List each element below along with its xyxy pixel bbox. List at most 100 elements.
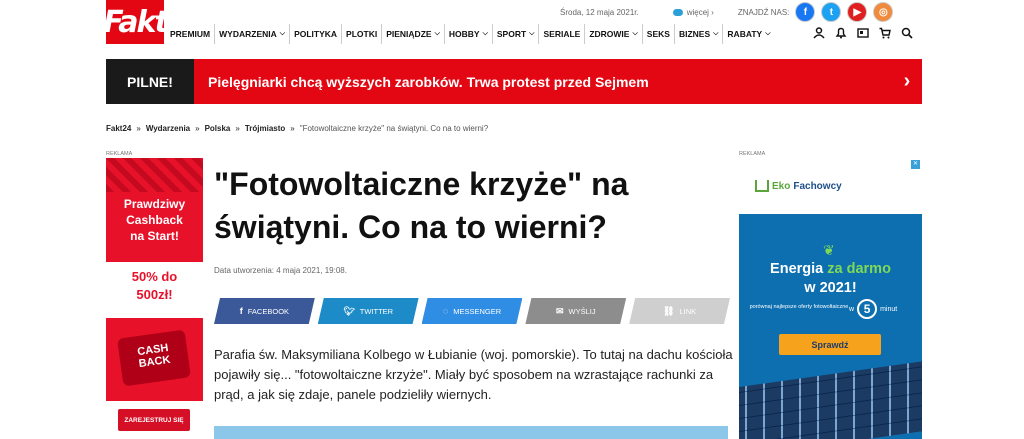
breadcrumb: Fakt24 » Wydarzenia » Polska » Trójmiast…: [106, 124, 488, 133]
ad-label-right: REKLAMA: [739, 151, 766, 157]
nav-seks[interactable]: SEKS: [643, 24, 675, 44]
nav-label: WYDARZENIA: [219, 29, 277, 39]
breadcrumb-trojmiasto[interactable]: Trójmiasto: [245, 124, 285, 133]
fakt-logo[interactable]: Fakt: [103, 0, 169, 44]
nav-label: PIENIĄDZE: [386, 29, 432, 39]
find-us-label: ZNAJDŹ NAS:: [737, 7, 790, 17]
share-email-button[interactable]: ✉ WYŚLIJ: [525, 298, 626, 324]
weather-widget[interactable]: więcej ›: [672, 8, 714, 17]
solar-energy-ad[interactable]: ✕ Eko Fachowcy ❦ Energia za darmo w 2021!…: [739, 158, 922, 439]
chevron-right-icon[interactable]: ›: [892, 70, 922, 93]
register-button[interactable]: ZAREJESTRUJ SIĘ: [118, 409, 190, 431]
ad-headline: Energia za darmo w 2021!: [739, 260, 922, 298]
weather-more-link[interactable]: więcej ›: [687, 8, 714, 17]
breadcrumb-polska[interactable]: Polska: [205, 124, 231, 133]
ad-head-green: za darmo: [827, 261, 891, 277]
ad-offer: 50% do 500zł!: [106, 268, 203, 304]
nav-label: SEKS: [646, 29, 670, 39]
chevron-down-icon: ⌵: [713, 30, 719, 37]
main-nav: PREMIUM WYDARZENIA ⌵ POLITYKA PLOTKI PIEN…: [166, 24, 775, 44]
cloud-icon: [672, 8, 683, 16]
nav-label: HOBBY: [448, 29, 480, 39]
youtube-icon[interactable]: ▶: [847, 2, 868, 22]
nav-biznes[interactable]: BIZNES ⌵: [675, 24, 724, 44]
nav-seriale[interactable]: SERIALE: [539, 24, 586, 44]
nav-polityka[interactable]: POLITYKA: [290, 24, 343, 44]
nav-plotki[interactable]: PLOTKI: [342, 24, 383, 44]
social-links: f t ▶ ◎: [795, 2, 894, 22]
breadcrumb-separator: »: [136, 124, 141, 133]
breadcrumb-fakt24[interactable]: Fakt24: [106, 124, 131, 133]
timer-pre: w: [849, 305, 855, 313]
breadcrumb-separator: »: [235, 124, 240, 133]
twitter-icon[interactable]: t: [821, 2, 842, 22]
link-icon: ⛓: [663, 305, 675, 316]
ad-offer-line: 50% do: [131, 269, 178, 284]
cashback-badge: CASH BACK: [116, 329, 192, 387]
breadcrumb-separator: »: [195, 124, 200, 133]
house-icon: [755, 180, 769, 192]
top-info-bar: Środa, 12 maja 2021r. więcej › ZNAJDŹ NA…: [560, 0, 894, 24]
leaf-icon: ❦: [823, 242, 835, 258]
ad-offer-line: 500zł!: [136, 287, 173, 302]
share-label: MESSENGER: [453, 306, 502, 316]
nav-label: PLOTKI: [346, 29, 378, 39]
breadcrumb-separator: »: [290, 124, 295, 133]
timer-post: minut: [880, 305, 898, 313]
nav-hobby[interactable]: HOBBY ⌵: [445, 24, 493, 44]
chevron-down-icon: ⌵: [434, 30, 440, 37]
nav-label: PREMIUM: [170, 29, 211, 39]
brand-rest: Fachowcy: [793, 180, 842, 192]
ad-timer: w 5 minut: [849, 299, 897, 319]
share-link-button[interactable]: ⛓ LINK: [629, 298, 730, 324]
ad-line: Prawdziwy: [123, 197, 186, 211]
article-lead: Parafia św. Maksymiliana Kolbego w Łubia…: [214, 347, 733, 402]
facebook-icon: f: [239, 306, 243, 316]
nav-zdrowie[interactable]: ZDROWIE ⌵: [585, 24, 643, 44]
chevron-down-icon: ⌵: [279, 30, 286, 37]
breadcrumb-wydarzenia[interactable]: Wydarzenia: [146, 124, 190, 133]
share-twitter-button[interactable]: 🐦︎ TWITTER: [318, 298, 419, 324]
chevron-down-icon: ⌵: [482, 30, 488, 37]
solar-panels-image: [739, 357, 922, 439]
instagram-icon[interactable]: ◎: [873, 2, 894, 22]
chevron-down-icon: ⌵: [529, 30, 535, 37]
nav-label: POLITYKA: [294, 29, 338, 39]
nav-premium[interactable]: PREMIUM: [166, 24, 216, 44]
share-label: TWITTER: [359, 306, 394, 316]
ad-choices-icon[interactable]: ✕: [911, 160, 920, 169]
header-icons: [812, 26, 914, 40]
breaking-news-bar[interactable]: PILNE! Pielęgniarki chcą wyższych zarobk…: [106, 59, 922, 104]
user-icon[interactable]: [812, 26, 826, 40]
nav-pieniadze[interactable]: PIENIĄDZE ⌵: [382, 24, 445, 44]
nav-wydarzenia[interactable]: WYDARZENIA ⌵: [215, 24, 291, 44]
timer-number: 5: [863, 302, 871, 316]
nav-label: SERIALE: [543, 29, 581, 39]
ad-line: na Start!: [130, 229, 179, 243]
notification-icon[interactable]: [834, 26, 848, 40]
breaking-headline[interactable]: Pielęgniarki chcą wyższych zarobków. Trw…: [208, 74, 892, 90]
article-image[interactable]: [214, 426, 728, 439]
cashback-ad[interactable]: Prawdziwy Cashback na Start! 50% do 500z…: [106, 158, 203, 401]
search-icon[interactable]: [900, 26, 914, 40]
nav-sport[interactable]: SPORT ⌵: [493, 24, 540, 44]
ad-pattern: [106, 158, 203, 192]
share-messenger-button[interactable]: ◌ MESSENGER: [422, 298, 523, 324]
cart-icon[interactable]: [878, 26, 892, 40]
breaking-tag: PILNE!: [106, 59, 194, 104]
check-button[interactable]: Sprawdź: [779, 334, 881, 355]
nav-label: BIZNES: [678, 29, 711, 39]
nav-rabaty[interactable]: RABATY ⌵: [723, 24, 774, 44]
breadcrumb-current: "Fotowoltaiczne krzyże" na świątyni. Co …: [299, 124, 489, 133]
mail-icon: ✉: [555, 305, 564, 316]
newspaper-icon[interactable]: [856, 26, 870, 40]
share-label: WYŚLIJ: [568, 306, 596, 316]
article-title: "Fotowoltaiczne krzyże" na świątyni. Co …: [214, 166, 629, 245]
chevron-down-icon: ⌵: [632, 30, 638, 37]
share-label: LINK: [679, 306, 697, 316]
brand-eko: Eko: [772, 180, 791, 192]
nav-label: SPORT: [496, 29, 527, 39]
share-facebook-button[interactable]: f FACEBOOK: [214, 298, 315, 324]
facebook-icon[interactable]: f: [795, 2, 816, 22]
current-date: Środa, 12 maja 2021r.: [560, 7, 639, 17]
